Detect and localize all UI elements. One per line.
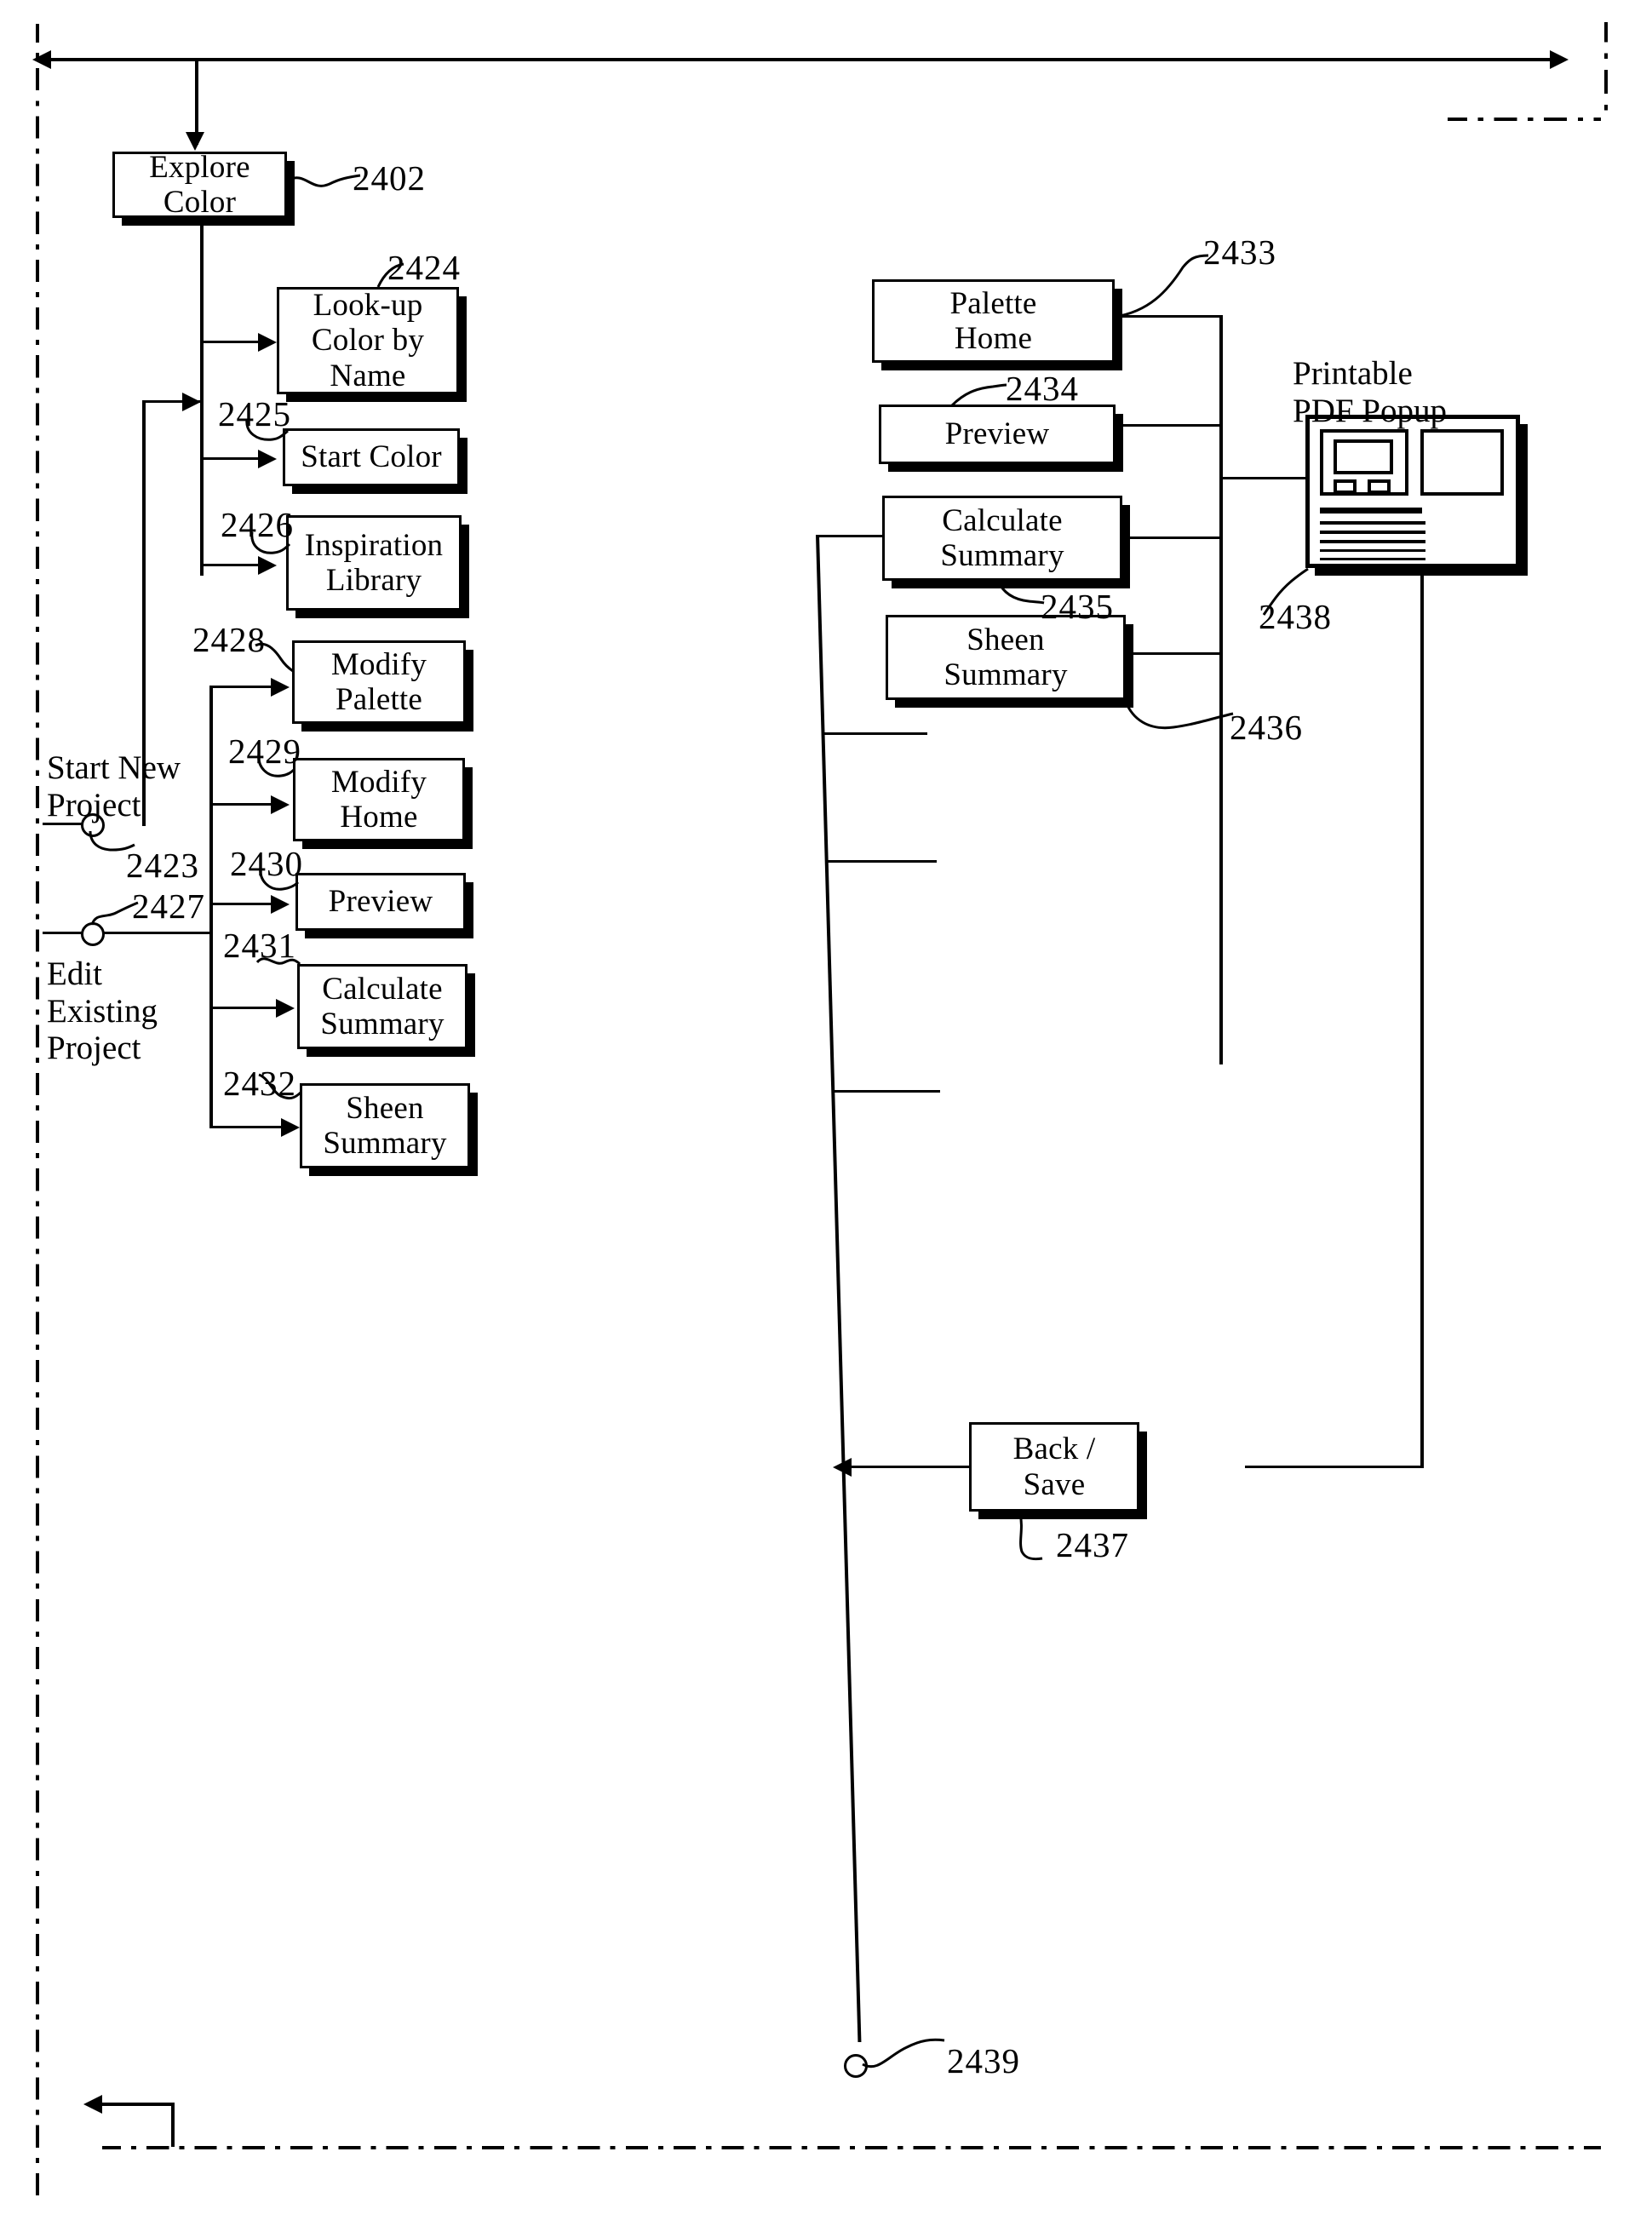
- ref-2436: 2436: [1230, 708, 1303, 747]
- rail-to-preview-right: [822, 732, 927, 735]
- pdf-icon-heading-rule: [1320, 508, 1422, 514]
- node-preview-right-label: Preview: [944, 416, 1050, 452]
- frame-upper-right-dashdot: [1448, 118, 1601, 121]
- pdf-icon-left-thumb: [1320, 429, 1408, 496]
- ref-2424: 2424: [387, 248, 461, 287]
- ref-2423: 2423: [126, 846, 199, 885]
- arrow-to-calculate-summary-left: [276, 999, 295, 1018]
- pdf-icon-right-thumb: [1420, 429, 1504, 496]
- rail-to-calculate-summary-right: [828, 860, 937, 863]
- node-preview-right[interactable]: Preview: [879, 405, 1116, 464]
- pdf-icon-text-rule-5: [1320, 558, 1425, 560]
- top-bus-left-arrowhead: [32, 50, 51, 69]
- leader-2436: [1124, 701, 1234, 730]
- ref-2431: 2431: [223, 926, 296, 965]
- node-modify-home[interactable]: Modify Home: [293, 758, 465, 841]
- node-preview-left-label: Preview: [328, 884, 433, 920]
- node-calculate-summary-left-label: Calculate Summary: [320, 971, 445, 1041]
- ref-2429: 2429: [228, 732, 301, 771]
- pdf-icon-text-rule-1: [1320, 521, 1425, 525]
- node-modify-home-label: Modify Home: [330, 764, 427, 835]
- node-modify-palette-label: Modify Palette: [330, 646, 427, 717]
- ref-2434: 2434: [1006, 369, 1079, 408]
- ref-2428: 2428: [192, 620, 266, 659]
- patent-figure-sheet: Explore Color 2402 Look-up Color by Name…: [0, 0, 1652, 2232]
- edit-project-spine: [209, 686, 213, 1128]
- arrow-to-lookup-color: [258, 333, 277, 352]
- arrow-to-modify-palette: [271, 678, 290, 697]
- arrow-start-new-project-into-spine: [182, 393, 201, 411]
- palette-group-left-rail: [816, 535, 862, 2042]
- printable-pdf-popup-icon[interactable]: [1305, 415, 1520, 568]
- frame-left-dashdot: [36, 24, 39, 2204]
- rail-out-sheen-summary-right: [1126, 652, 1223, 655]
- node-sheen-summary-right-label: Sheen Summary: [944, 622, 1068, 692]
- node-calculate-summary-right[interactable]: Calculate Summary: [882, 496, 1122, 581]
- node-modify-palette[interactable]: Modify Palette: [292, 640, 466, 724]
- explore-color-entry-arrowhead: [186, 132, 204, 151]
- arrow-to-sheen-summary-left: [281, 1118, 300, 1137]
- rail-out-calculate-summary-right: [1122, 536, 1223, 539]
- leader-2435: [996, 580, 1045, 605]
- ref-2437: 2437: [1056, 1525, 1129, 1564]
- node-back-save-label: Back / Save: [1012, 1432, 1096, 1502]
- node-sheen-summary-right[interactable]: Sheen Summary: [886, 615, 1126, 700]
- ref-2425: 2425: [218, 394, 291, 433]
- node-sheen-summary-left-label: Sheen Summary: [323, 1090, 447, 1161]
- top-bus-right-arrowhead: [1550, 50, 1569, 69]
- rail-out-preview-right: [1116, 424, 1222, 427]
- node-inspiration-library[interactable]: Inspiration Library: [286, 515, 462, 611]
- node-calculate-summary-left[interactable]: Calculate Summary: [297, 964, 467, 1049]
- top-return-bus: [51, 58, 1550, 61]
- node-lookup-color-by-name-label: Look-up Color by Name: [311, 287, 425, 393]
- ref-2426: 2426: [221, 505, 294, 544]
- pdf-popup-return-riser: [1420, 568, 1424, 1468]
- label-start-new-project: Start New Project: [47, 749, 181, 823]
- node-inspiration-library-label: Inspiration Library: [304, 527, 444, 598]
- node-back-save[interactable]: Back / Save: [969, 1422, 1139, 1512]
- back-save-to-rail: [852, 1466, 971, 1468]
- ref-2402: 2402: [353, 158, 426, 198]
- node-start-color[interactable]: Start Color: [283, 428, 460, 486]
- leader-2434: [950, 383, 1007, 407]
- node-lookup-color-by-name[interactable]: Look-up Color by Name: [277, 287, 459, 394]
- ref-2430: 2430: [230, 844, 303, 883]
- rail-to-sheen-summary-right: [835, 1090, 940, 1093]
- bottom-return-riser: [171, 2103, 175, 2147]
- node-preview-left[interactable]: Preview: [295, 873, 466, 931]
- node-start-color-label: Start Color: [301, 439, 442, 475]
- node-calculate-summary-right-label: Calculate Summary: [940, 502, 1064, 573]
- pdf-icon-text-rule-3: [1320, 540, 1425, 543]
- ref-2433: 2433: [1203, 232, 1276, 272]
- node-palette-home-label: Palette Home: [949, 285, 1037, 356]
- node-palette-home[interactable]: Palette Home: [872, 279, 1115, 363]
- arrow-to-modify-home: [271, 795, 290, 814]
- ref-2439: 2439: [947, 2041, 1020, 2080]
- node-explore-color-label: Explore Color: [149, 149, 250, 220]
- label-printable-pdf-popup: Printable PDF Popup: [1293, 355, 1447, 429]
- node-explore-color[interactable]: Explore Color: [112, 149, 287, 220]
- pdf-popup-return-to-back-save: [1245, 1466, 1422, 1468]
- pdf-icon-text-rule-4: [1320, 549, 1425, 552]
- arrow-back-save-to-rail: [833, 1458, 852, 1477]
- node-sheen-summary-left[interactable]: Sheen Summary: [300, 1083, 470, 1168]
- leader-2439: [862, 2038, 945, 2068]
- label-edit-existing-project: Edit Existing Project: [47, 955, 158, 1067]
- edit-existing-project-stub: [43, 932, 85, 934]
- ref-2438: 2438: [1259, 597, 1332, 636]
- ref-2435: 2435: [1041, 587, 1114, 626]
- pdf-icon-swatch-2: [1368, 479, 1391, 494]
- edit-project-bus: [94, 932, 213, 934]
- ref-2427: 2427: [132, 886, 205, 926]
- bottom-return-arrowhead: [83, 2095, 102, 2114]
- ref-2432: 2432: [223, 1064, 296, 1103]
- frame-right-dashdot: [1604, 22, 1608, 116]
- palette-group-right-rail: [1219, 315, 1223, 1064]
- pdf-icon-text-rule-2: [1320, 531, 1425, 534]
- pdf-icon-swatch-1: [1334, 479, 1357, 494]
- pdf-icon-left-thumb-image: [1334, 439, 1393, 474]
- bottom-return-horizontal: [102, 2103, 174, 2106]
- frame-bottom-dashdot: [102, 2146, 1601, 2149]
